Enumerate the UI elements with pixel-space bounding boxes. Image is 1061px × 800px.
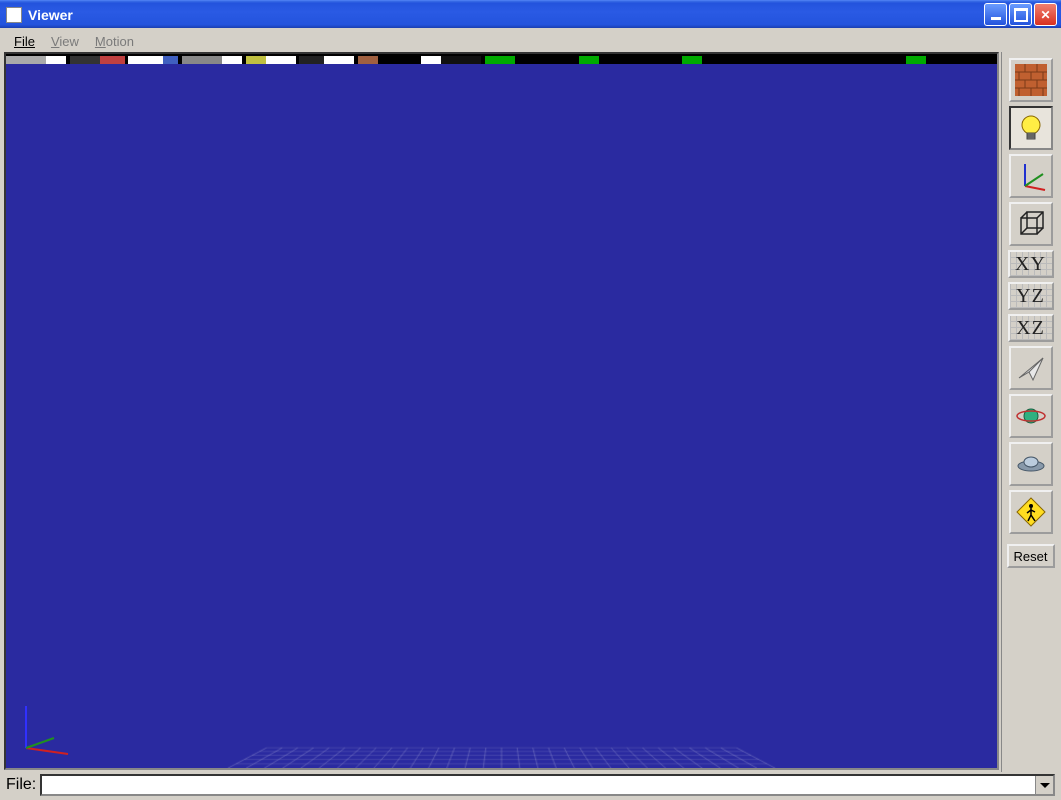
window-titlebar: Viewer <box>0 0 1061 28</box>
close-button[interactable] <box>1034 3 1057 26</box>
reset-button[interactable]: Reset <box>1007 544 1055 568</box>
file-combobox[interactable] <box>40 774 1055 796</box>
axes-icon <box>1015 160 1047 192</box>
grid-label-icon: YZ <box>1016 285 1045 308</box>
viewport-3d[interactable] <box>4 52 999 770</box>
orbit-icon <box>1015 400 1047 432</box>
grid-label-icon: XZ <box>1016 317 1045 340</box>
menu-motion[interactable]: Motion <box>87 33 142 50</box>
ufo-icon <box>1015 448 1047 480</box>
window-title: Viewer <box>28 7 73 23</box>
menu-view[interactable]: View <box>43 33 87 50</box>
lighting-button[interactable] <box>1009 106 1053 150</box>
menu-file[interactable]: File <box>6 33 43 50</box>
cube-wire-icon <box>1015 208 1047 240</box>
fly-mode-button[interactable] <box>1009 346 1053 390</box>
minimize-button[interactable] <box>984 3 1007 26</box>
file-label: File: <box>6 776 36 794</box>
walk-mode-button[interactable] <box>1009 490 1053 534</box>
axis-gizmo <box>16 698 76 758</box>
grid-label-icon: XY <box>1015 253 1046 276</box>
view-yz-button[interactable]: YZ <box>1008 282 1054 310</box>
menu-bar: File View Motion <box>2 30 1059 52</box>
viewport-artifact-strip <box>6 54 997 64</box>
dropdown-arrow-icon[interactable] <box>1035 776 1053 794</box>
texture-button[interactable] <box>1009 58 1053 102</box>
ufo-mode-button[interactable] <box>1009 442 1053 486</box>
maximize-button[interactable] <box>1009 3 1032 26</box>
axes-button[interactable] <box>1009 154 1053 198</box>
wireframe-button[interactable] <box>1009 202 1053 246</box>
file-row: File: <box>2 772 1059 798</box>
lightbulb-icon <box>1015 112 1047 144</box>
orbit-mode-button[interactable] <box>1009 394 1053 438</box>
brick-wall-icon <box>1015 64 1047 96</box>
view-xz-button[interactable]: XZ <box>1008 314 1054 342</box>
right-toolbar: XY YZ XZ <box>1001 52 1059 772</box>
view-xy-button[interactable]: XY <box>1008 250 1054 278</box>
pedestrian-icon <box>1015 496 1047 528</box>
app-icon <box>6 7 22 23</box>
paper-plane-icon <box>1015 352 1047 384</box>
